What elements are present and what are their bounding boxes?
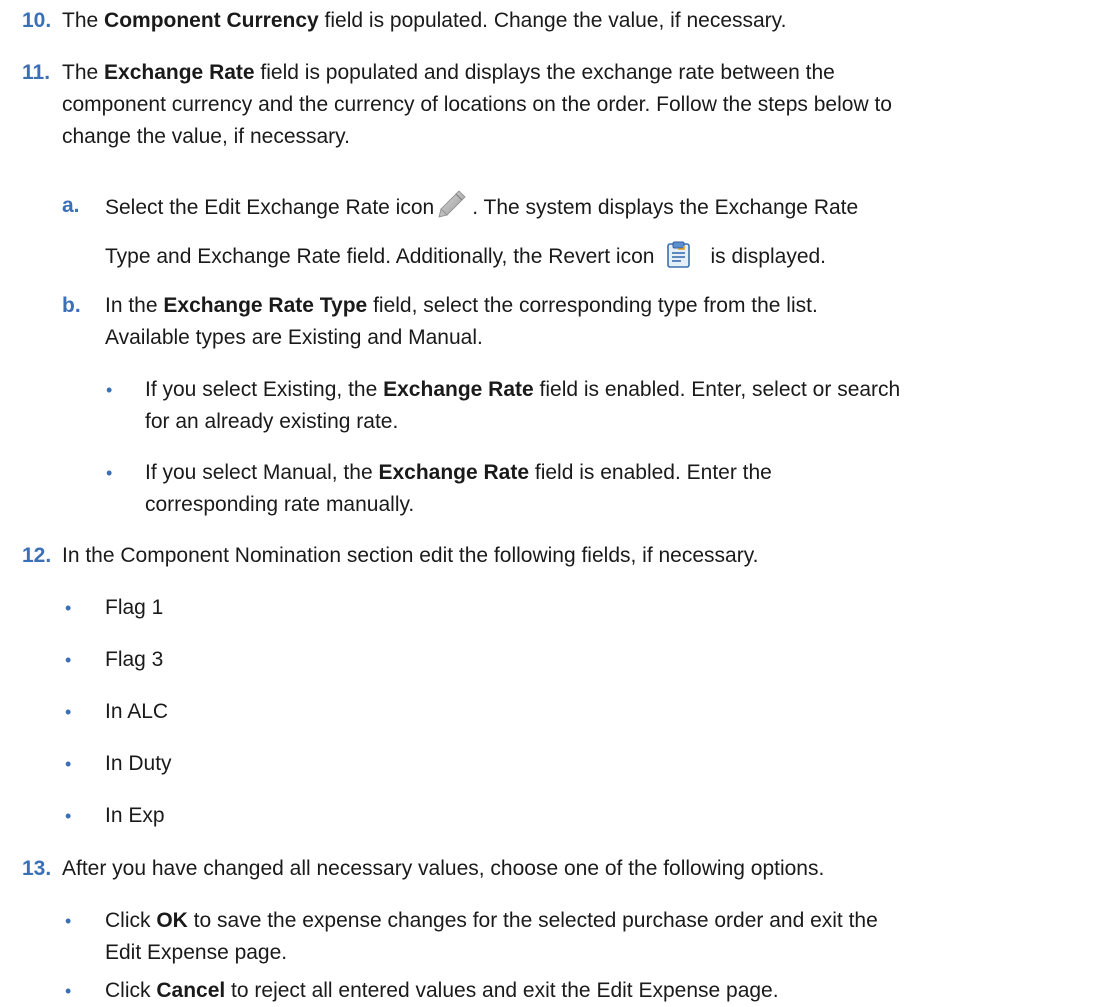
- list-item: In ALC: [105, 700, 169, 723]
- step-number: 10.: [22, 9, 52, 32]
- bullet: •: [106, 380, 113, 400]
- bullet-existing-line-2: for an already existing rate.: [145, 410, 399, 433]
- option-ok-line-2: Edit Expense page.: [105, 941, 288, 964]
- pencil-icon: [438, 190, 466, 228]
- step-12-text: In the Component Nomination section edit…: [62, 544, 759, 567]
- list-item: Flag 3: [105, 648, 164, 671]
- bullet: •: [65, 702, 72, 722]
- bullet: •: [106, 463, 113, 483]
- bullet-existing-line-1: If you select Existing, the Exchange Rat…: [145, 378, 901, 401]
- step-11-line-1: The Exchange Rate field is populated and…: [62, 61, 835, 84]
- bullet: •: [65, 650, 72, 670]
- field-name: Exchange Rate: [378, 461, 530, 484]
- option-cancel-line-1: Click Cancel to reject all entered value…: [105, 979, 779, 1002]
- button-name: Cancel: [156, 979, 226, 1002]
- step-number: 11.: [22, 61, 51, 84]
- step-11-line-2: component currency and the currency of l…: [62, 93, 892, 116]
- bullet-manual-line-1: If you select Manual, the Exchange Rate …: [145, 461, 772, 484]
- button-name: OK: [156, 909, 188, 932]
- field-name: Exchange Rate Type: [163, 294, 368, 317]
- bullet: •: [65, 911, 72, 931]
- list-item: In Exp: [105, 804, 165, 827]
- step-11-line-3: change the value, if necessary.: [62, 125, 350, 148]
- substep-a-line-1: Select the Edit Exchange Rate icon. The …: [105, 190, 858, 228]
- field-name: Exchange Rate: [104, 61, 255, 84]
- substep-label: a.: [62, 194, 80, 217]
- list-item: In Duty: [105, 752, 172, 775]
- option-ok-line-1: Click OK to save the expense changes for…: [105, 909, 878, 932]
- revert-icon: [666, 241, 692, 279]
- step-number: 12.: [22, 544, 52, 567]
- substep-b-line-2: Available types are Existing and Manual.: [105, 326, 483, 349]
- document-page: 10. The Component Currency field is popu…: [0, 0, 1115, 1002]
- substep-b-line-1: In the Exchange Rate Type field, select …: [105, 294, 818, 317]
- field-name: Component Currency: [104, 9, 319, 32]
- bullet: •: [65, 981, 72, 1001]
- step-10-text: The Component Currency field is populate…: [62, 9, 787, 32]
- bullet: •: [65, 754, 72, 774]
- bullet: •: [65, 806, 72, 826]
- bullet-manual-line-2: corresponding rate manually.: [145, 493, 415, 516]
- field-name: Exchange Rate: [383, 378, 534, 401]
- step-number: 13.: [22, 857, 52, 880]
- step-13-text: After you have changed all necessary val…: [62, 857, 825, 880]
- list-item: Flag 1: [105, 596, 164, 619]
- bullet: •: [65, 598, 72, 618]
- substep-label: b.: [62, 294, 81, 317]
- substep-a-line-2: Type and Exchange Rate field. Additional…: [105, 241, 826, 279]
